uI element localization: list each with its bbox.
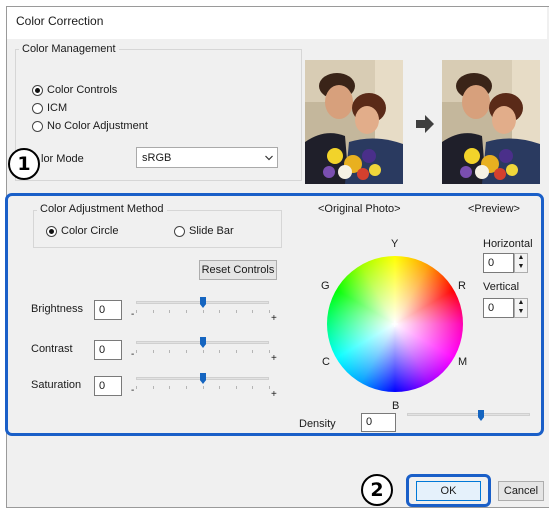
wheel-label-g: G [321, 280, 330, 292]
slide-bar-radio[interactable] [174, 226, 185, 237]
contrast-slider-tick [186, 350, 187, 353]
saturation-plus-label: + [271, 389, 277, 400]
color-controls-radio[interactable] [32, 85, 43, 96]
brightness-plus-label: + [271, 313, 277, 324]
saturation-slider-tick [186, 386, 187, 389]
reset-controls-button[interactable]: Reset Controls [199, 260, 277, 280]
callout-1: 1 [8, 148, 40, 180]
saturation-input[interactable]: 0 [94, 376, 122, 396]
cancel-button[interactable]: Cancel [498, 481, 544, 501]
brightness-slider-tick [269, 310, 270, 313]
saturation-slider-tick [203, 386, 204, 389]
wheel-label-b: B [392, 400, 400, 412]
brightness-slider-tick [219, 310, 220, 313]
density-label: Density [299, 418, 336, 430]
vertical-label: Vertical [483, 281, 520, 293]
brightness-minus-label: - [131, 309, 135, 320]
adjustment-method-legend: Color Adjustment Method [37, 203, 167, 215]
saturation-slider-tick [169, 386, 170, 389]
wheel-label-c: C [322, 356, 330, 368]
contrast-label: Contrast [31, 343, 73, 355]
brightness-slider-tick [203, 310, 204, 313]
slide-bar-label[interactable]: Slide Bar [189, 225, 234, 237]
color-circle-label[interactable]: Color Circle [61, 225, 118, 237]
contrast-slider-tick [203, 350, 204, 353]
color-mode-select[interactable]: sRGB [136, 147, 278, 168]
horizontal-spinner[interactable]: ▲ ▼ [514, 253, 528, 273]
contrast-slider-tick [269, 350, 270, 353]
contrast-slider-tick [136, 350, 137, 353]
brightness-slider-tick [136, 310, 137, 313]
contrast-plus-label: + [271, 353, 277, 364]
brightness-slider-tick [169, 310, 170, 313]
brightness-label: Brightness [31, 303, 83, 315]
horizontal-label: Horizontal [483, 238, 533, 250]
right-arrow-icon [416, 115, 434, 133]
saturation-label: Saturation [31, 379, 82, 391]
color-circle-radio[interactable] [46, 226, 57, 237]
saturation-slider-tick [219, 386, 220, 389]
no-color-adjustment-radio[interactable] [32, 121, 43, 132]
color-management-legend: Color Management [19, 43, 119, 55]
icm-label[interactable]: ICM [47, 102, 67, 114]
saturation-slider-tick [136, 386, 137, 389]
brightness-slider-tick [186, 310, 187, 313]
contrast-slider-tick [153, 350, 154, 353]
wheel-label-y: Y [391, 238, 399, 250]
saturation-slider-tick [252, 386, 253, 389]
saturation-slider-tick [269, 386, 270, 389]
density-slider-track[interactable] [407, 413, 530, 416]
chevron-down-icon [265, 155, 273, 161]
callout-2: 2 [361, 474, 393, 506]
brightness-slider-tick [236, 310, 237, 313]
preview-label: <Preview> [468, 203, 520, 215]
saturation-slider-tick [236, 386, 237, 389]
spin-down-icon[interactable]: ▼ [515, 308, 527, 317]
wheel-label-r: R [458, 280, 466, 292]
vertical-input[interactable]: 0 [483, 298, 514, 318]
no-color-adjustment-label[interactable]: No Color Adjustment [47, 120, 148, 132]
color-mode-label: lor Mode [41, 153, 84, 165]
icm-radio[interactable] [32, 103, 43, 114]
contrast-slider-tick [236, 350, 237, 353]
vertical-spinner[interactable]: ▲ ▼ [514, 298, 528, 318]
contrast-slider-tick [219, 350, 220, 353]
window-title: Color Correction [16, 14, 104, 28]
color-controls-label[interactable]: Color Controls [47, 84, 117, 96]
spin-up-icon[interactable]: ▲ [515, 254, 527, 263]
spin-up-icon[interactable]: ▲ [515, 299, 527, 308]
wheel-label-m: M [458, 356, 468, 368]
spin-down-icon[interactable]: ▼ [515, 263, 527, 272]
color-mode-value: sRGB [142, 152, 172, 164]
contrast-slider-tick [252, 350, 253, 353]
brightness-input[interactable]: 0 [94, 300, 122, 320]
saturation-slider-tick [153, 386, 154, 389]
contrast-slider-tick [169, 350, 170, 353]
original-photo-image [305, 60, 403, 184]
wheel-center-mark: + [391, 316, 399, 331]
contrast-minus-label: - [131, 349, 135, 360]
original-photo-label: <Original Photo> [318, 203, 401, 215]
brightness-slider-tick [153, 310, 154, 313]
brightness-slider-tick [252, 310, 253, 313]
preview-photo-image [442, 60, 540, 184]
contrast-input[interactable]: 0 [94, 340, 122, 360]
density-input[interactable]: 0 [361, 413, 396, 432]
ok-button[interactable]: OK [416, 481, 481, 501]
horizontal-input[interactable]: 0 [483, 253, 514, 273]
saturation-minus-label: - [131, 385, 135, 396]
